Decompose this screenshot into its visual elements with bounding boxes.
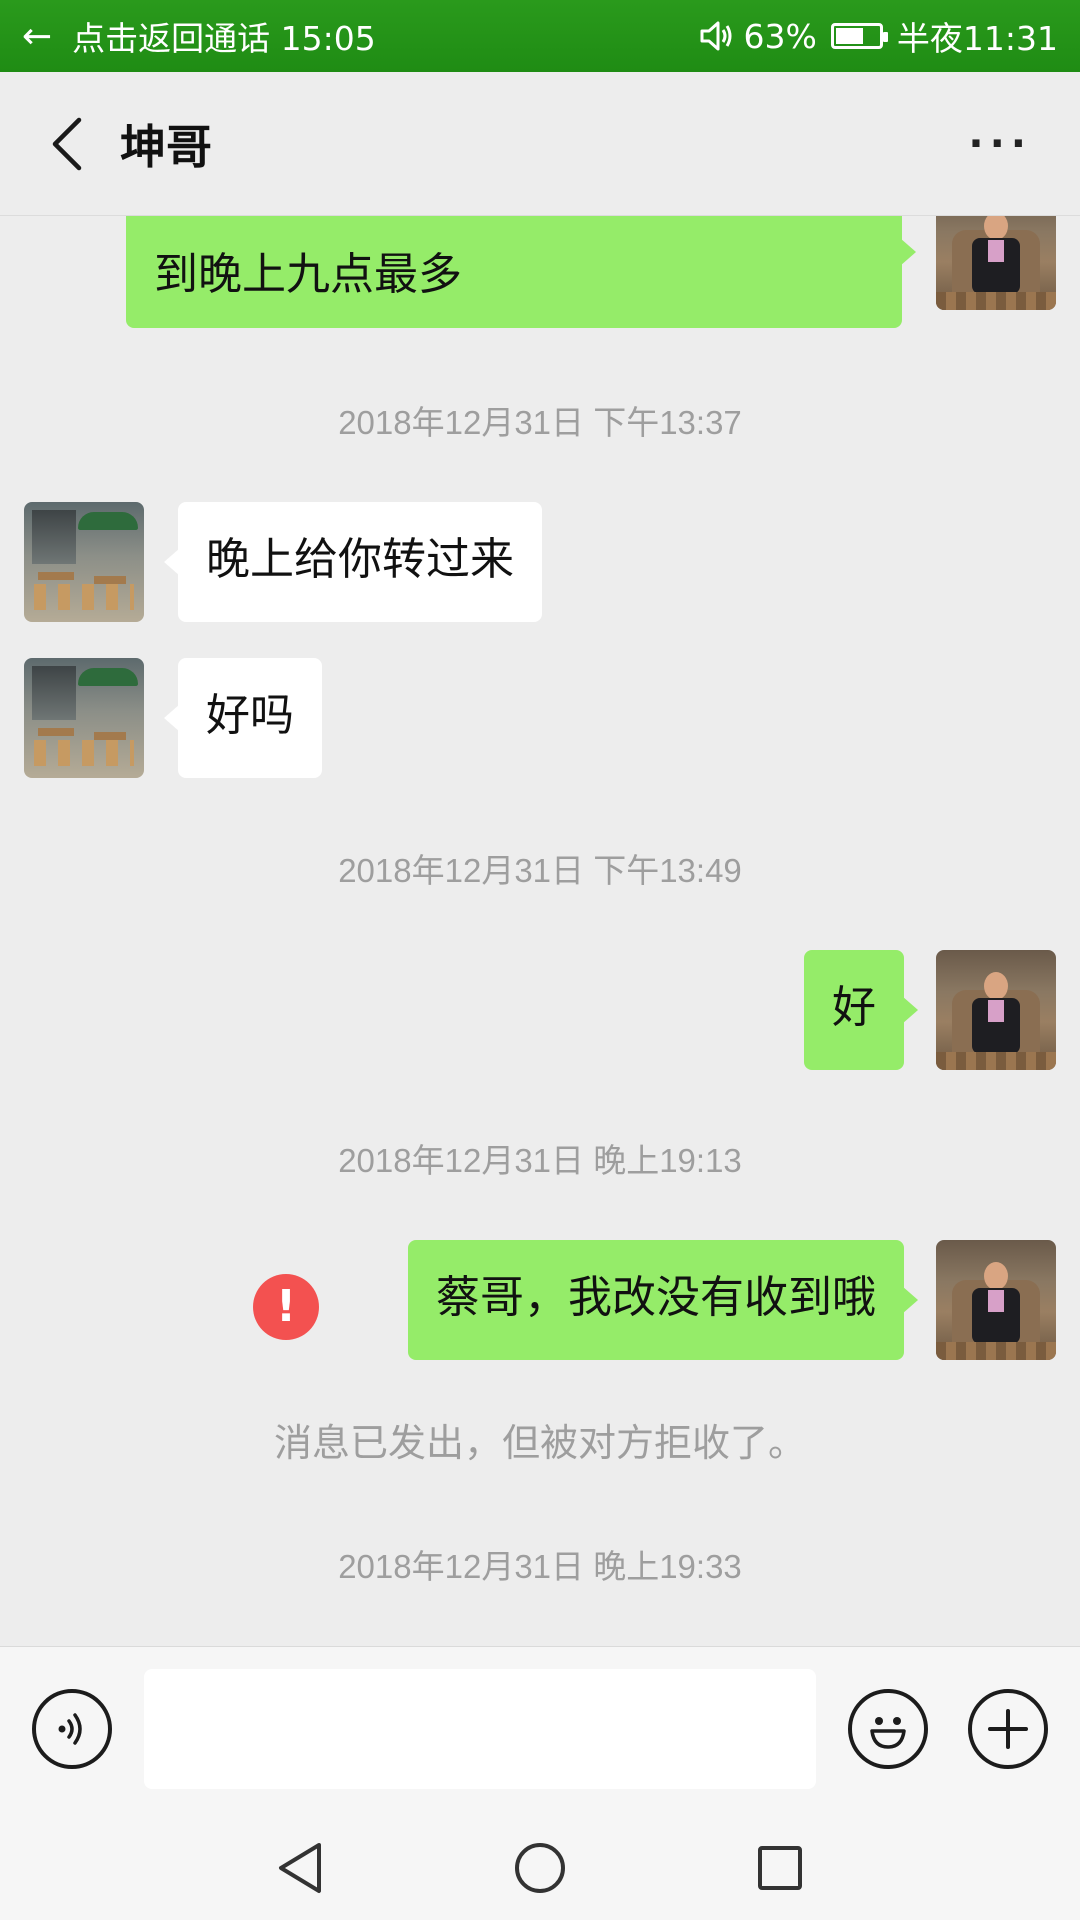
- voice-icon: [58, 1713, 82, 1745]
- send-failed-icon[interactable]: !: [253, 1274, 319, 1340]
- my-avatar[interactable]: [936, 1240, 1056, 1360]
- message-timestamp: 2018年12月31日 晚上19:33: [338, 1548, 742, 1585]
- message-bubble-received[interactable]: 晚上给你转过来: [164, 502, 542, 622]
- nav-back-icon: [279, 1843, 321, 1893]
- message-text: 好: [832, 982, 876, 1033]
- nav-recent-icon: [758, 1846, 802, 1890]
- input-bar: [0, 1646, 1080, 1810]
- contact-name: 坤哥: [120, 119, 212, 174]
- emoji-icon: [870, 1717, 906, 1749]
- chat-area[interactable]: 到晚上九点最多 2018年12月31日 下午13:37 晚上给你转过来 好吗 2…: [0, 216, 1080, 1646]
- nav-home-icon: [515, 1843, 565, 1893]
- nav-recent-button[interactable]: [750, 1838, 810, 1898]
- voice-button[interactable]: [32, 1689, 112, 1769]
- back-button[interactable]: [36, 114, 96, 174]
- status-right: 63% 半夜11:31: [700, 12, 1058, 60]
- message-text: 好吗: [206, 690, 294, 741]
- my-avatar[interactable]: [936, 950, 1056, 1070]
- contact-avatar[interactable]: [24, 502, 144, 622]
- message-text: 晚上给你转过来: [206, 534, 514, 585]
- message-bubble-received[interactable]: 好吗: [164, 658, 322, 778]
- message-text: 蔡哥，我改没有收到哦: [436, 1272, 876, 1323]
- nav-back-button[interactable]: [270, 1838, 330, 1898]
- more-options-button[interactable]: ···: [968, 121, 1032, 167]
- message-text: 到晚上九点最多: [154, 249, 462, 300]
- message-timestamp: 2018年12月31日 下午13:37: [338, 404, 742, 441]
- return-to-call-text[interactable]: 点击返回通话 15:05: [72, 12, 376, 60]
- message-input[interactable]: [144, 1669, 816, 1789]
- message-bubble-partial[interactable]: 到晚上九点最多: [126, 216, 916, 328]
- clock: 半夜11:31: [896, 19, 1058, 58]
- more-features-button[interactable]: [968, 1689, 1048, 1769]
- nav-home-button[interactable]: [510, 1838, 570, 1898]
- message-timestamp: 2018年12月31日 晚上19:13: [338, 1142, 742, 1179]
- chat-header: 坤哥 ···: [0, 72, 1080, 216]
- return-call-arrow-icon[interactable]: ←: [22, 16, 52, 57]
- emoji-button[interactable]: [848, 1689, 928, 1769]
- battery-percent: 63%: [743, 16, 817, 56]
- message-bubble-sent[interactable]: 蔡哥，我改没有收到哦: [408, 1240, 918, 1360]
- plus-icon: [988, 1709, 1028, 1749]
- speaker-icon: [700, 20, 734, 52]
- status-bar[interactable]: ← 点击返回通话 15:05 63% 半夜11:31: [0, 0, 1080, 72]
- battery-icon: [830, 23, 888, 49]
- rejected-notice: 消息已发出，但被对方拒收了。: [273, 1421, 806, 1465]
- message-timestamp: 2018年12月31日 下午13:49: [338, 852, 742, 889]
- contact-avatar[interactable]: [24, 658, 144, 778]
- chevron-left-icon: [52, 117, 82, 170]
- message-bubble-sent[interactable]: 好: [804, 950, 918, 1070]
- my-avatar[interactable]: [936, 216, 1056, 310]
- system-nav-bar: [0, 1810, 1080, 1920]
